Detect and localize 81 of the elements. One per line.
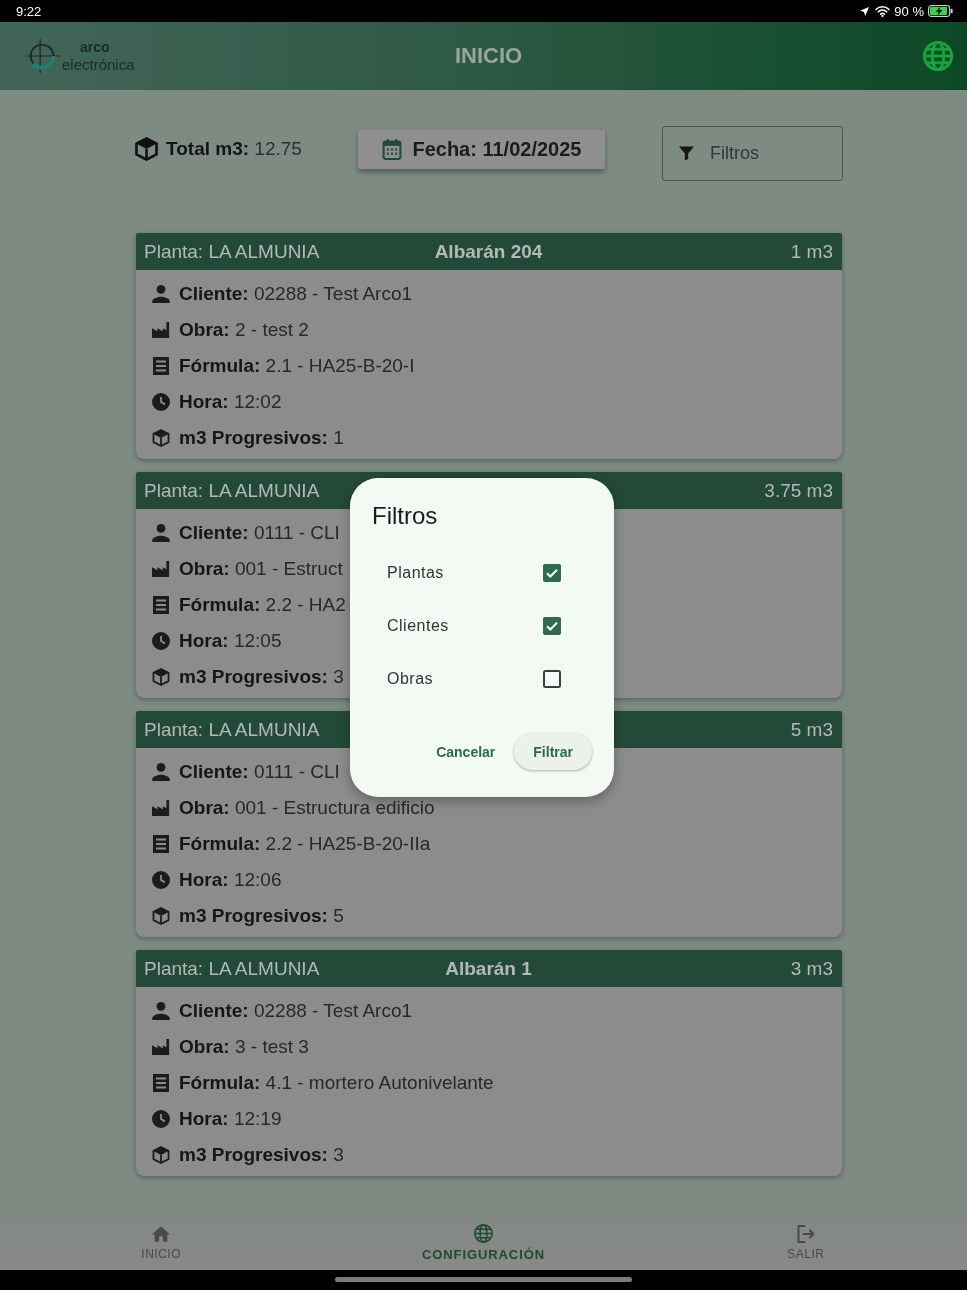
detail-text: Cliente: 0111 - CLI <box>179 522 340 544</box>
detail-text: Hora: 12:02 <box>179 391 282 413</box>
detail-text: Cliente: 0111 - CLI <box>179 761 340 783</box>
detail-text: Obra: 001 - Estruct <box>179 558 343 580</box>
factory-icon <box>152 1038 170 1056</box>
person-icon <box>152 763 170 781</box>
home-icon <box>152 1224 171 1243</box>
delivery-note-number: Albarán 204 <box>434 240 543 262</box>
detail-text: Obra: 3 - test 3 <box>179 1036 309 1058</box>
logo-text: electrónica <box>62 56 135 73</box>
option-label: Obras <box>387 669 434 688</box>
page-title: INICIO <box>454 43 523 69</box>
option-label: Clientes <box>387 616 449 635</box>
detail-text: Hora: 12:06 <box>179 869 282 891</box>
calendar-icon <box>382 139 403 160</box>
detail-text: Obra: 001 - Estructura edificio <box>179 797 435 819</box>
detail-text: Cliente: 02288 - Test Arco1 <box>179 283 413 305</box>
dialog-title: Filtros <box>372 501 438 531</box>
option-label: Plantas <box>387 563 444 582</box>
factory-icon <box>152 560 170 578</box>
nav-item[interactable]: CONFIGURACIÓN <box>422 1215 545 1270</box>
logout-icon <box>796 1224 815 1243</box>
globe-icon <box>474 1223 493 1243</box>
checkbox[interactable] <box>543 669 561 688</box>
checkbox[interactable] <box>543 616 561 635</box>
logo-icon <box>24 37 62 75</box>
nav-item[interactable]: SALIR <box>787 1215 825 1270</box>
list-icon <box>152 835 170 853</box>
detail-text: Fórmula: 2.2 - HA25-B-20-IIa <box>179 833 431 855</box>
clock-icon <box>152 632 170 650</box>
list-icon <box>152 596 170 614</box>
detail-text: Fórmula: 2.1 - HA25-B-20-I <box>179 355 415 377</box>
nav-item[interactable]: INICIO <box>141 1215 181 1270</box>
volume-label: 3 m3 <box>790 957 833 980</box>
cube-icon <box>152 907 170 925</box>
list-icon <box>152 1074 170 1092</box>
detail-text: m3 Progresivos: 3 <box>179 666 344 688</box>
total-volume-text: Total m3: 12.75 <box>166 137 302 161</box>
person-icon <box>152 1002 170 1020</box>
cube-icon <box>152 668 170 686</box>
clock-icon <box>152 393 170 411</box>
detail-text: Cliente: 02288 - Test Arco1 <box>179 1000 413 1022</box>
delivery-note-number: Albarán 1 <box>445 957 532 979</box>
apply-button[interactable]: Filtrar <box>514 733 592 770</box>
detail-text: Fórmula: 4.1 - mortero Autonivelante <box>179 1072 494 1094</box>
battery-charging-icon <box>928 5 953 17</box>
factory-icon <box>152 799 170 817</box>
logo-text: arco <box>80 39 111 56</box>
clock-icon <box>152 1110 170 1128</box>
status-time: 9:22 <box>16 3 42 19</box>
wifi-icon <box>875 5 891 17</box>
cancel-button[interactable]: Cancelar <box>424 733 508 770</box>
volume-label: 1 m3 <box>790 240 833 263</box>
clock-icon <box>152 871 170 889</box>
detail-text: Hora: 12:19 <box>179 1108 282 1130</box>
battery-percentage: 90 % <box>894 3 924 19</box>
plant-label: Planta: LA ALMUNIA <box>144 240 320 263</box>
location-arrow-icon <box>860 6 870 16</box>
person-icon <box>152 285 170 303</box>
globe-icon[interactable] <box>923 41 953 71</box>
date-button[interactable]: Fecha: 11/02/2025 <box>358 130 606 169</box>
list-icon <box>152 357 170 375</box>
detail-text: m3 Progresivos: 5 <box>179 905 344 927</box>
checkbox[interactable] <box>543 563 561 582</box>
detail-text: m3 Progresivos: 3 <box>179 1144 344 1166</box>
cube-icon <box>152 1146 170 1164</box>
plant-label: Planta: LA ALMUNIA <box>144 957 320 980</box>
volume-label: 5 m3 <box>790 718 833 741</box>
detail-text: Fórmula: 2.2 - HA2 <box>179 594 346 616</box>
cube-icon <box>152 429 170 447</box>
detail-text: Hora: 12:05 <box>179 630 282 652</box>
plant-label: Planta: LA ALMUNIA <box>144 479 320 502</box>
cube-icon <box>135 137 158 161</box>
detail-text: m3 Progresivos: 1 <box>179 427 344 449</box>
factory-icon <box>152 321 170 339</box>
volume-label: 3.75 m3 <box>764 479 833 502</box>
detail-text: Obra: 2 - test 2 <box>179 319 309 341</box>
filter-icon <box>679 146 694 161</box>
filter-button[interactable]: Filtros <box>662 126 843 181</box>
person-icon <box>152 524 170 542</box>
plant-label: Planta: LA ALMUNIA <box>144 718 320 741</box>
